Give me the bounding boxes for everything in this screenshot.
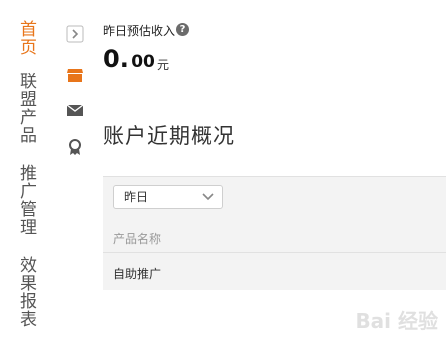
date-range-select-value: 昨日 xyxy=(124,190,149,204)
storefront-icon[interactable] xyxy=(66,66,84,84)
metric-label: 昨日预估收入 xyxy=(103,24,176,38)
nav-item-reports[interactable]: 效果报表 xyxy=(16,256,36,328)
nav-item-home[interactable]: 首页 xyxy=(16,20,36,56)
metric-value: 0. 00 xyxy=(103,45,155,73)
mail-icon[interactable] xyxy=(66,101,84,119)
nav-item-products[interactable]: 联盟产品 xyxy=(16,72,36,144)
help-icon[interactable]: ? xyxy=(176,23,189,36)
metric-value-int: 0. xyxy=(103,45,129,73)
metric-unit: 元 xyxy=(157,58,170,72)
row-divider xyxy=(103,252,446,253)
chevron-down-icon xyxy=(202,193,214,201)
metric-value-decimal: 00 xyxy=(131,52,155,72)
section-title: 账户近期概况 xyxy=(103,124,235,148)
award-icon[interactable] xyxy=(66,138,84,156)
left-nav: 首页 联盟产品 推广管理 效果报表 xyxy=(0,0,56,340)
table-row-product[interactable]: 自助推广 xyxy=(113,265,161,282)
nav-item-promotion[interactable]: 推广管理 xyxy=(16,164,36,236)
icon-column xyxy=(62,0,88,340)
expand-arrow-icon[interactable] xyxy=(66,25,84,43)
watermark-logo: Bai 经验 xyxy=(355,309,438,333)
overview-panel: 昨日 产品名称 自助推广 xyxy=(103,176,446,290)
date-range-select[interactable]: 昨日 xyxy=(113,185,223,209)
column-header-product-name: 产品名称 xyxy=(113,232,162,246)
